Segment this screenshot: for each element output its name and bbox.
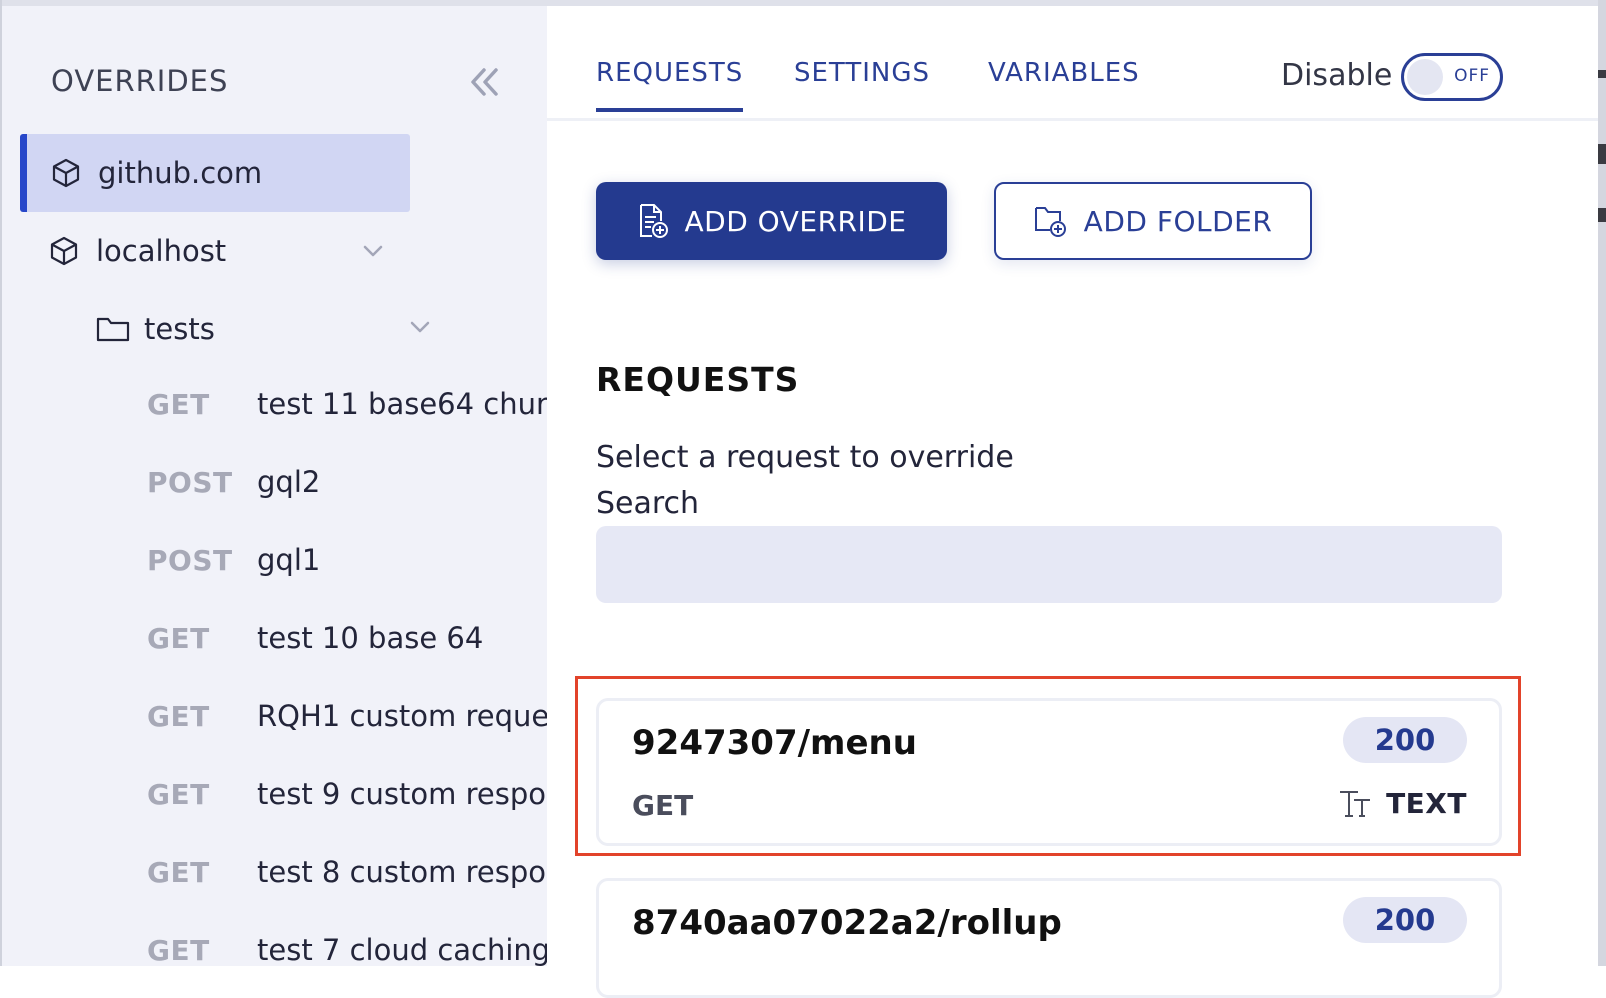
request-name: test 8 custom response [257, 855, 547, 889]
request-method: GET [147, 933, 210, 967]
add-folder-button[interactable]: ADD FOLDER [994, 182, 1312, 260]
sidebar-request-item[interactable]: GET test 11 base64 chunked [147, 374, 547, 434]
request-method: GET [147, 621, 210, 655]
tab-requests[interactable]: REQUESTS [596, 58, 744, 112]
sidebar-request-item[interactable]: POST gql2 [147, 452, 320, 512]
double-chevron-left-icon [471, 68, 498, 96]
chevron-down-icon[interactable] [360, 238, 386, 264]
add-folder-icon [1034, 207, 1066, 237]
sidebar-title: OVERRIDES [51, 64, 229, 98]
sidebar-request-item[interactable]: GET test 8 custom response [147, 842, 547, 902]
response-type: TEXT [1338, 787, 1467, 820]
sidebar-request-item[interactable]: GET test 9 custom response [147, 764, 547, 824]
disable-toggle[interactable]: OFF [1401, 53, 1503, 101]
search-label: Search [596, 486, 700, 521]
tab-settings[interactable]: SETTINGS [794, 58, 930, 108]
toggle-knob [1407, 59, 1443, 95]
add-folder-label: ADD FOLDER [1083, 204, 1273, 238]
folder-icon [96, 317, 130, 342]
sidebar-request-item[interactable]: POST gql1 [147, 530, 320, 590]
request-card[interactable]: 8740aa07022a2/rollup 200 [596, 878, 1502, 998]
status-badge: 200 [1343, 717, 1467, 763]
toggle-state-text: OFF [1454, 66, 1490, 86]
cube-icon [50, 236, 78, 266]
request-name: test 11 base64 chunked [257, 387, 547, 421]
request-card[interactable]: 9247307/menu 200 GET TEXT [596, 698, 1502, 846]
sidebar-request-item[interactable]: GET test 10 base 64 [147, 608, 483, 668]
request-method: GET [632, 789, 694, 822]
request-path: 8740aa07022a2/rollup [632, 903, 1062, 943]
chevron-down-icon[interactable] [407, 314, 433, 340]
sidebar-request-item[interactable]: GET RQH1 custom request [147, 686, 547, 746]
sidebar-request-item[interactable]: GET test 7 cloud caching [147, 920, 547, 966]
request-name: gql1 [257, 543, 321, 577]
request-method: POST [147, 543, 233, 577]
search-input[interactable] [596, 526, 1502, 603]
request-name: RQH1 custom request [257, 699, 547, 733]
request-method: GET [147, 699, 210, 733]
request-name: test 10 base 64 [257, 621, 484, 655]
text-type-icon [1340, 790, 1371, 817]
request-method: GET [147, 855, 210, 889]
disable-label: Disable [1281, 58, 1393, 93]
request-method: GET [147, 387, 210, 421]
window-right-border [1598, 0, 1606, 966]
status-badge: 200 [1343, 897, 1467, 943]
sidebar-item-github[interactable]: github.com [20, 134, 410, 212]
add-override-label: ADD OVERRIDE [684, 204, 907, 238]
add-file-icon [639, 204, 668, 238]
main-panel: REQUESTS SETTINGS VARIABLES Disable OFF … [547, 6, 1598, 998]
request-path: 9247307/menu [632, 723, 917, 763]
folder-label: tests [144, 312, 215, 346]
sidebar-item-label: localhost [96, 234, 227, 268]
selected-indicator [20, 134, 27, 212]
response-type-label: TEXT [1386, 787, 1467, 820]
requests-section-title: REQUESTS [596, 360, 800, 399]
sidebar: OVERRIDES github.com localhost tests GET… [2, 6, 547, 966]
tab-variables[interactable]: VARIABLES [988, 58, 1140, 108]
request-method: GET [147, 777, 210, 811]
request-method: POST [147, 465, 233, 499]
request-name: gql2 [257, 465, 321, 499]
collapse-sidebar-button[interactable] [464, 62, 504, 102]
add-override-button[interactable]: ADD OVERRIDE [596, 182, 947, 260]
tab-bar: REQUESTS SETTINGS VARIABLES Disable OFF [547, 6, 1598, 121]
request-name: test 9 custom response [257, 777, 547, 811]
sidebar-folder-tests[interactable]: tests [96, 290, 396, 368]
cube-icon [52, 158, 80, 188]
requests-hint: Select a request to override [596, 440, 1014, 475]
request-name: test 7 cloud caching [257, 933, 547, 966]
sidebar-item-localhost[interactable]: localhost [48, 212, 388, 290]
sidebar-item-label: github.com [98, 156, 263, 190]
